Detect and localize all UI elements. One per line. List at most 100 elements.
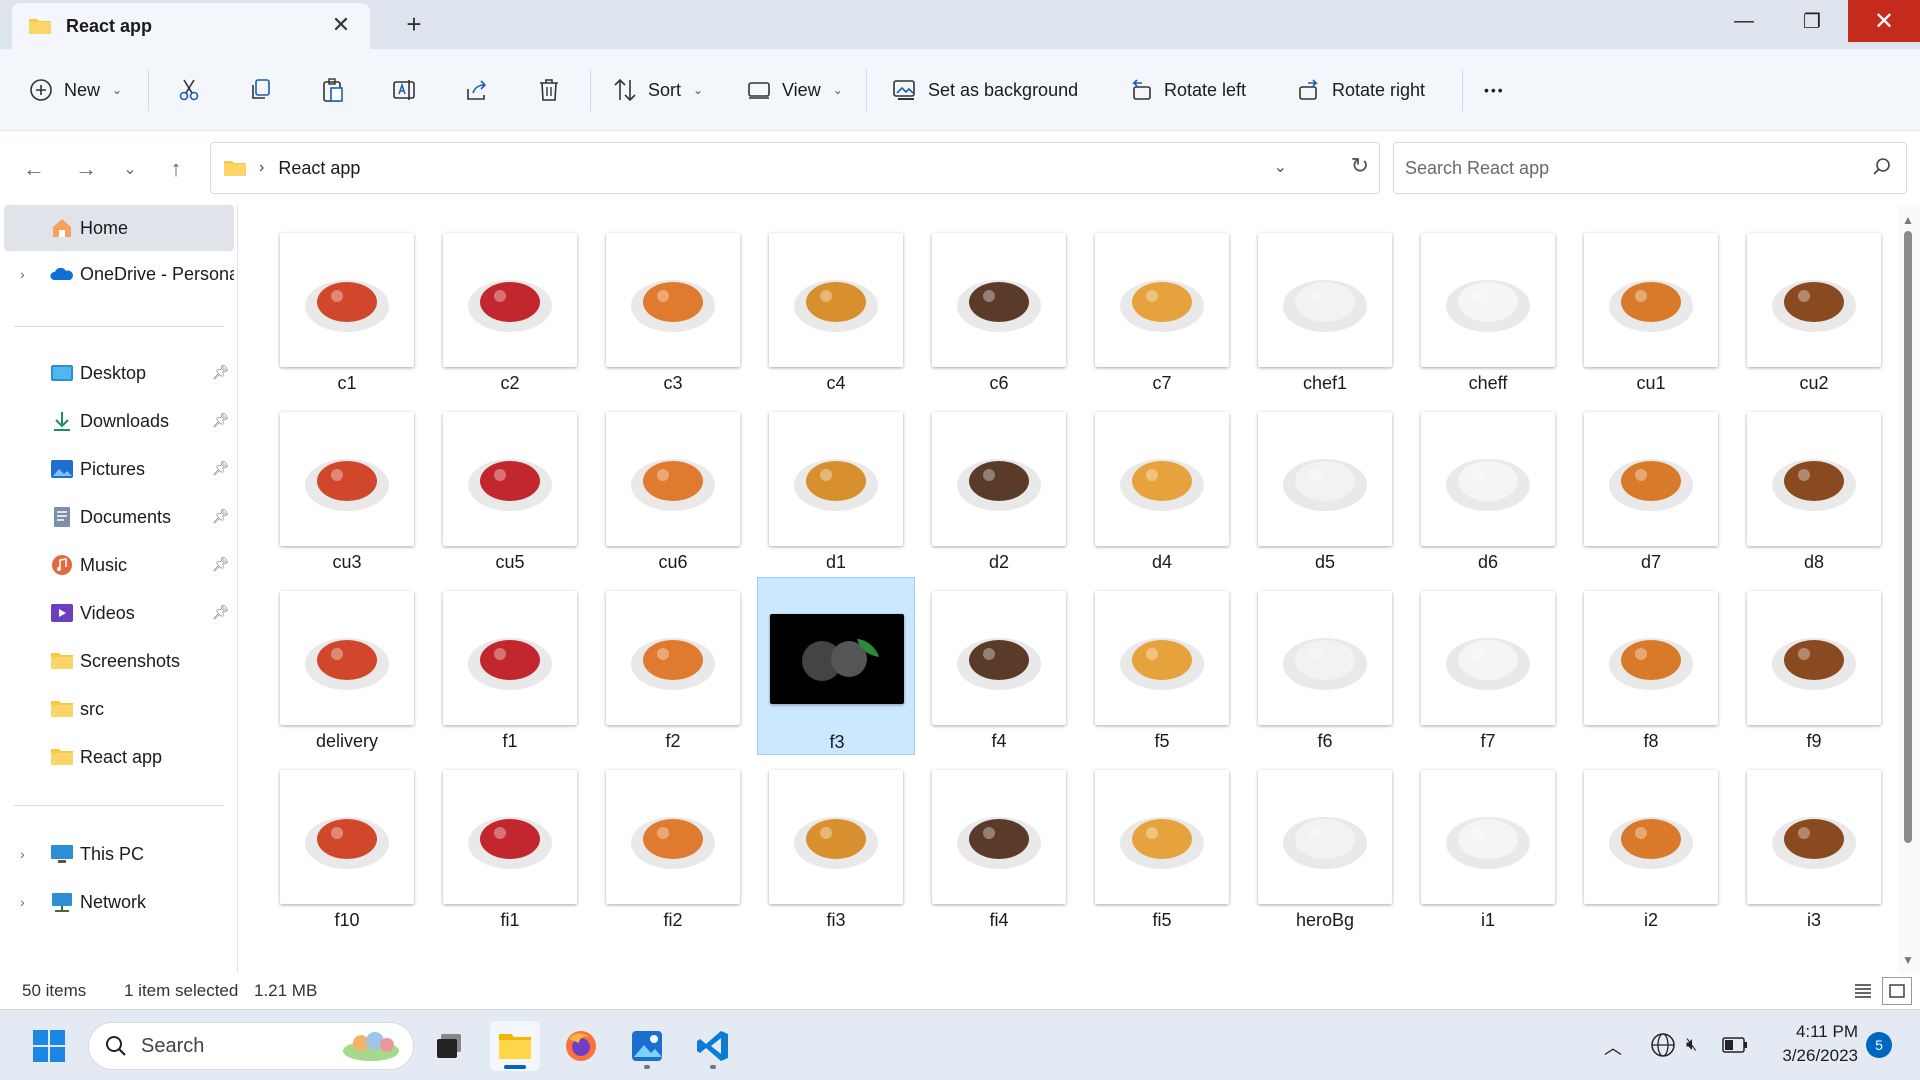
file-item-fi4[interactable]: fi4	[920, 756, 1078, 934]
minimize-button[interactable]: —	[1712, 0, 1776, 42]
sidebar-item-documents[interactable]: Documents 📌︎	[4, 494, 234, 540]
pin-icon[interactable]: 📌︎	[212, 556, 230, 573]
sidebar-item-pictures[interactable]: Pictures 📌︎	[4, 446, 234, 492]
file-item-f3[interactable]: f3	[757, 577, 915, 755]
copy-button[interactable]	[248, 73, 274, 107]
recent-locations-chevron-icon[interactable]: ⌄	[114, 153, 146, 185]
vscode-taskbar-button[interactable]	[688, 1021, 738, 1071]
forward-arrow-icon[interactable]: →	[70, 153, 102, 185]
file-item-f10[interactable]: f10	[268, 756, 426, 934]
file-item-cu1[interactable]: cu1	[1572, 219, 1730, 397]
tab-react-app[interactable]: React app ✕	[12, 3, 370, 49]
file-item-f4[interactable]: f4	[920, 577, 1078, 755]
file-item-d1[interactable]: d1	[757, 398, 915, 576]
file-explorer-taskbar-button[interactable]	[490, 1021, 540, 1071]
file-item-d7[interactable]: d7	[1572, 398, 1730, 576]
file-item-d8[interactable]: d8	[1735, 398, 1893, 576]
show-hidden-icons-icon[interactable]: ︿	[1604, 1034, 1622, 1060]
breadcrumb[interactable]: React app	[278, 158, 360, 179]
refresh-icon[interactable]: ↻	[1351, 153, 1369, 179]
file-item-c3[interactable]: c3	[594, 219, 752, 397]
pin-icon[interactable]: 📌︎	[212, 508, 230, 525]
globe-icon[interactable]	[1650, 1032, 1676, 1058]
new-button[interactable]: New ⌄	[28, 73, 122, 107]
expand-chevron-icon[interactable]: ›	[20, 266, 25, 282]
photos-taskbar-button[interactable]	[622, 1021, 672, 1071]
large-icons-view-icon[interactable]	[1882, 977, 1912, 1005]
file-item-i2[interactable]: i2	[1572, 756, 1730, 934]
expand-chevron-icon[interactable]: ›	[20, 846, 25, 862]
scroll-up-icon[interactable]: ▲	[1902, 213, 1914, 227]
address-dropdown-icon[interactable]: ⌄	[1274, 157, 1287, 177]
file-item-chef1[interactable]: chef1	[1246, 219, 1404, 397]
file-item-i3[interactable]: i3	[1735, 756, 1893, 934]
sidebar-item-screenshots[interactable]: Screenshots	[4, 638, 234, 684]
sidebar-item-downloads[interactable]: Downloads 📌︎	[4, 398, 234, 444]
scroll-down-icon[interactable]: ▼	[1902, 953, 1914, 967]
volume-muted-icon[interactable]: 🔇︎	[1686, 1034, 1697, 1055]
start-button[interactable]	[24, 1021, 74, 1071]
back-arrow-icon[interactable]: ←	[18, 153, 50, 185]
sidebar-item-music[interactable]: Music 📌︎	[4, 542, 234, 588]
task-view-button[interactable]	[424, 1021, 474, 1071]
more-options-button[interactable]: •••	[1484, 73, 1505, 107]
file-item-cu3[interactable]: cu3	[268, 398, 426, 576]
expand-chevron-icon[interactable]: ›	[20, 894, 25, 910]
file-item-f7[interactable]: f7	[1409, 577, 1567, 755]
file-item-heroBg[interactable]: heroBg	[1246, 756, 1404, 934]
battery-icon[interactable]	[1722, 1036, 1748, 1054]
file-item-fi1[interactable]: fi1	[431, 756, 589, 934]
cut-button[interactable]	[176, 73, 202, 107]
taskbar-search[interactable]: Search	[88, 1022, 414, 1070]
file-item-c2[interactable]: c2	[431, 219, 589, 397]
notification-badge[interactable]: 5	[1866, 1032, 1892, 1058]
search-box[interactable]	[1393, 142, 1907, 194]
rotate-right-button[interactable]: Rotate right	[1296, 73, 1425, 107]
address-bar[interactable]: › React app ⌄ ↻	[210, 142, 1380, 194]
close-tab-icon[interactable]: ✕	[330, 12, 352, 37]
up-arrow-icon[interactable]: ↑	[160, 153, 192, 185]
file-item-delivery[interactable]: delivery	[268, 577, 426, 755]
file-item-c7[interactable]: c7	[1083, 219, 1241, 397]
scrollbar-thumb[interactable]	[1904, 231, 1912, 843]
file-item-fi5[interactable]: fi5	[1083, 756, 1241, 934]
clock[interactable]: 4:11 PM 3/26/2023	[1772, 1020, 1858, 1068]
details-view-icon[interactable]	[1848, 977, 1878, 1005]
sidebar-item-src[interactable]: src	[4, 686, 234, 732]
sort-button[interactable]: Sort ⌄	[612, 73, 703, 107]
pin-icon[interactable]: 📌︎	[212, 364, 230, 381]
file-item-c6[interactable]: c6	[920, 219, 1078, 397]
file-item-cu2[interactable]: cu2	[1735, 219, 1893, 397]
sidebar-item-desktop[interactable]: Desktop 📌︎	[4, 350, 234, 396]
set-as-background-button[interactable]: Set as background	[892, 73, 1078, 107]
maximize-button[interactable]: ❐	[1780, 0, 1844, 42]
pin-icon[interactable]: 📌︎	[212, 412, 230, 429]
file-item-d5[interactable]: d5	[1246, 398, 1404, 576]
pin-icon[interactable]: 📌︎	[212, 460, 230, 477]
rename-button[interactable]	[392, 73, 418, 107]
file-item-cu6[interactable]: cu6	[594, 398, 752, 576]
file-item-f2[interactable]: f2	[594, 577, 752, 755]
sidebar-item-network[interactable]: › Network	[4, 879, 234, 925]
file-item-c1[interactable]: c1	[268, 219, 426, 397]
file-item-i1[interactable]: i1	[1409, 756, 1567, 934]
search-icon[interactable]	[1872, 157, 1892, 177]
file-item-d4[interactable]: d4	[1083, 398, 1241, 576]
file-item-cu5[interactable]: cu5	[431, 398, 589, 576]
file-item-d2[interactable]: d2	[920, 398, 1078, 576]
vertical-scrollbar[interactable]: ▲ ▼	[1898, 205, 1920, 973]
rotate-left-button[interactable]: Rotate left	[1128, 73, 1246, 107]
sidebar-item-onedrive[interactable]: › OneDrive - Persona	[4, 251, 234, 297]
file-item-fi3[interactable]: fi3	[757, 756, 915, 934]
sidebar-item-videos[interactable]: Videos 📌︎	[4, 590, 234, 636]
file-item-f8[interactable]: f8	[1572, 577, 1730, 755]
sidebar-item-this-pc[interactable]: › This PC	[4, 831, 234, 877]
search-input[interactable]	[1395, 144, 1855, 192]
share-button[interactable]	[464, 73, 490, 107]
file-item-f5[interactable]: f5	[1083, 577, 1241, 755]
file-item-f1[interactable]: f1	[431, 577, 589, 755]
pin-icon[interactable]: 📌︎	[212, 604, 230, 621]
delete-button[interactable]	[536, 73, 562, 107]
view-button[interactable]: View ⌄	[746, 73, 843, 107]
firefox-taskbar-button[interactable]	[556, 1021, 606, 1071]
